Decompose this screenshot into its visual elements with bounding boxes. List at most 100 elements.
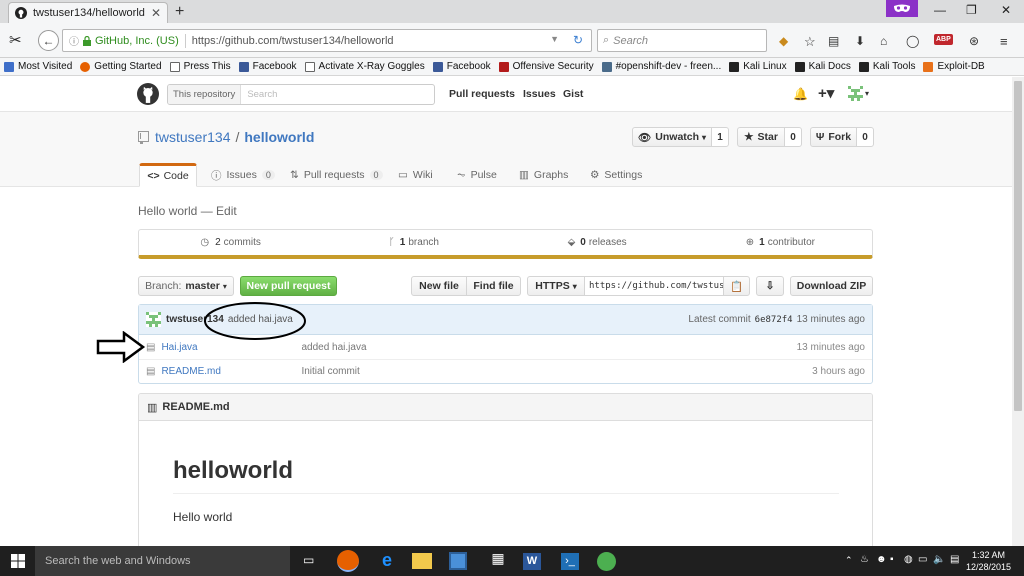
watchers-count[interactable]: 1 xyxy=(711,127,729,147)
reading-list-icon[interactable]: ▤ xyxy=(828,34,842,48)
repo-name-link[interactable]: helloworld xyxy=(244,129,314,145)
repo-owner-link[interactable]: twstuser134 xyxy=(155,129,230,145)
nav-pull-requests[interactable]: Pull requests xyxy=(449,88,515,100)
new-file-button[interactable]: New file xyxy=(411,276,467,296)
taskbar-search-box[interactable]: Search the web and Windows xyxy=(35,546,290,576)
github-logo-icon[interactable] xyxy=(137,83,159,105)
forks-count[interactable]: 0 xyxy=(856,127,874,147)
tray-app-icon[interactable]: ☻ xyxy=(876,554,887,565)
user-avatar-menu[interactable]: ▾ xyxy=(848,86,869,101)
star-button[interactable]: ★ Star xyxy=(737,127,785,147)
repo-search-box[interactable]: This repository Search xyxy=(167,84,435,105)
unwatch-button[interactable]: 👁 Unwatch ▾ xyxy=(632,127,712,147)
chrome-app-icon[interactable] xyxy=(597,552,616,571)
word-icon[interactable]: W xyxy=(523,553,541,570)
find-file-button[interactable]: Find file xyxy=(466,276,521,296)
releases-link[interactable]: ⬙ 0 releases xyxy=(506,237,689,248)
url-bar[interactable]: ⓘ GitHub, Inc. (US) https://github.com/t… xyxy=(62,29,592,52)
bookmark-facebook[interactable]: Facebook xyxy=(238,61,297,72)
repo-search-input[interactable]: Search xyxy=(241,89,277,100)
create-new-icon[interactable]: +▾ xyxy=(818,84,834,102)
taskbar-clock[interactable]: 1:32 AM 12/28/2015 xyxy=(966,549,1011,573)
tray-app-icon[interactable]: ▪ xyxy=(890,554,894,565)
bookmark-kali-docs[interactable]: Kali Docs xyxy=(794,61,851,72)
addon-icon[interactable]: ◆ xyxy=(779,34,793,48)
commits-link[interactable]: ◷ 2 commits xyxy=(139,237,322,248)
bookmark-xray-goggles[interactable]: Activate X-Ray Goggles xyxy=(304,61,425,72)
file-explorer-icon[interactable] xyxy=(412,553,432,569)
url-dropdown-icon[interactable]: ▼ xyxy=(550,34,559,44)
search-bar[interactable]: ⌕ Search xyxy=(597,29,767,52)
tab-close-icon[interactable]: ✕ xyxy=(151,6,161,20)
bookmark-most-visited[interactable]: Most Visited xyxy=(4,61,72,72)
bookmark-kali-linux[interactable]: Kali Linux xyxy=(729,61,787,72)
battery-icon[interactable]: ▭ xyxy=(918,554,927,565)
powershell-icon[interactable]: ›_ xyxy=(561,553,579,570)
tray-app-icon[interactable]: ♨ xyxy=(860,554,869,565)
tab-wiki[interactable]: ▭ Wiki xyxy=(398,163,433,187)
new-tab-icon[interactable]: + xyxy=(175,3,184,21)
page-scrollbar[interactable] xyxy=(1012,77,1024,546)
tab-code[interactable]: <> Code xyxy=(139,163,197,187)
bookmark-facebook-2[interactable]: Facebook xyxy=(432,61,491,72)
sync-icon[interactable]: ⊛ xyxy=(969,34,983,48)
volume-icon[interactable]: 🔈 xyxy=(933,554,945,565)
bookmark-getting-started[interactable]: Getting Started xyxy=(80,61,162,72)
windows-start-icon[interactable] xyxy=(11,554,25,568)
tab-issues[interactable]: ⓘ Issues 0 xyxy=(211,163,275,187)
tray-chevron-icon[interactable]: ⌃ xyxy=(845,555,853,566)
new-pull-request-button[interactable]: New pull request xyxy=(240,276,337,296)
adblock-icon[interactable]: ABP xyxy=(934,34,953,45)
bookmark-press-this[interactable]: Press This xyxy=(169,61,231,72)
bookmark-exploit-db[interactable]: Exploit-DB xyxy=(923,61,985,72)
info-icon[interactable]: ⓘ xyxy=(69,33,79,48)
branch-select-button[interactable]: Branch: master ▾ xyxy=(138,276,234,296)
home-icon[interactable]: ⌂ xyxy=(880,34,894,48)
committer-avatar[interactable] xyxy=(146,312,161,327)
lock-icon[interactable] xyxy=(83,35,91,46)
browser-tab[interactable]: twstuser134/helloworld ✕ xyxy=(8,2,168,23)
copy-clipboard-icon[interactable]: 📋 xyxy=(723,276,750,296)
downloads-icon[interactable]: ⬇ xyxy=(855,34,869,48)
bookmark-offensive-security[interactable]: Offensive Security xyxy=(498,61,594,72)
tab-pulse[interactable]: ⏦ Pulse xyxy=(457,163,497,187)
download-zip-button[interactable]: Download ZIP xyxy=(790,276,873,296)
clone-url-input[interactable]: https://github.com/twstuser134/helloworl… xyxy=(584,276,724,296)
search-engine-icon[interactable]: ⌕ xyxy=(603,34,609,47)
url-text[interactable]: https://github.com/twstuser134/helloworl… xyxy=(192,35,394,47)
nav-issues[interactable]: Issues xyxy=(523,88,556,100)
file-name-link[interactable]: README.md xyxy=(161,366,301,377)
commit-sha[interactable]: 6e872f4 xyxy=(755,315,793,325)
firefox-taskbar-icon[interactable] xyxy=(337,550,359,572)
file-name-link[interactable]: Hai.java xyxy=(161,342,301,353)
store-icon[interactable]: ▦ xyxy=(487,550,509,572)
network-app-icon[interactable] xyxy=(449,552,467,570)
file-commit-message[interactable]: Initial commit xyxy=(301,366,812,377)
tab-settings[interactable]: ⚙ Settings xyxy=(590,163,642,187)
minimize-icon[interactable]: — xyxy=(934,3,946,17)
branches-link[interactable]: ᚴ 1 branch xyxy=(322,237,505,248)
desktop-clone-icon[interactable]: ⇩ xyxy=(756,276,784,296)
close-window-icon[interactable]: ✕ xyxy=(1001,3,1011,17)
tab-graphs[interactable]: ▥ Graphs xyxy=(519,163,568,187)
bookmark-kali-tools[interactable]: Kali Tools xyxy=(858,61,915,72)
tray-app-icon[interactable]: ◍ xyxy=(904,554,913,565)
scissors-icon[interactable]: ✂ xyxy=(9,31,22,49)
back-button[interactable]: ← xyxy=(38,30,59,51)
menu-icon[interactable]: ≡ xyxy=(1000,34,1014,49)
tab-pull-requests[interactable]: ⇅ Pull requests 0 xyxy=(290,163,383,187)
contributors-link[interactable]: ⊕ 1 contributor xyxy=(689,237,872,248)
notifications-icon[interactable]: ▤ xyxy=(950,554,959,565)
reload-icon[interactable]: ↻ xyxy=(573,33,583,47)
site-identity[interactable]: GitHub, Inc. (US) xyxy=(95,35,179,47)
edge-taskbar-icon[interactable]: e xyxy=(376,550,398,572)
restore-icon[interactable]: ❐ xyxy=(966,3,977,17)
chat-icon[interactable]: ◯ xyxy=(906,34,920,48)
nav-gist[interactable]: Gist xyxy=(563,88,583,100)
task-view-icon[interactable]: ▭ xyxy=(303,553,314,567)
bookmark-openshift-dev[interactable]: #openshift-dev - freen... xyxy=(601,61,721,72)
file-commit-message[interactable]: added hai.java xyxy=(301,342,796,353)
bookmark-star-icon[interactable]: ☆ xyxy=(804,34,818,49)
scrollbar-thumb[interactable] xyxy=(1014,81,1022,411)
stars-count[interactable]: 0 xyxy=(784,127,802,147)
